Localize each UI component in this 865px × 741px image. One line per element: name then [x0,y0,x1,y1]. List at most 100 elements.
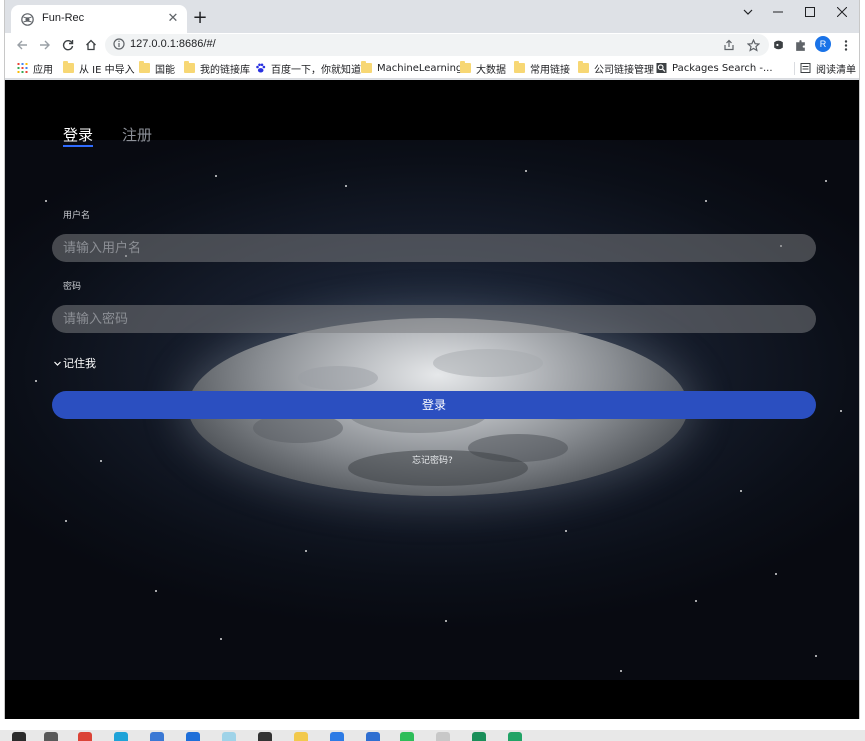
bookmark-apps[interactable]: 应用 [17,60,53,76]
star [100,460,102,462]
address-bar[interactable]: 127.0.0.1:8686/#/ [105,34,769,56]
login-button[interactable]: 登录 [52,391,816,419]
bookmark-folder-common[interactable]: 常用链接 [514,60,570,76]
bookmark-folder-bigdata[interactable]: 大数据 [460,60,506,76]
folder-icon [361,61,372,73]
app-icon[interactable] [472,732,486,741]
bookmark-folder-company[interactable]: 公司链接管理 [578,60,654,76]
new-tab-plus-icon[interactable]: + [191,9,209,27]
minimize-icon[interactable] [761,0,795,24]
star [525,170,527,172]
forgot-password-link[interactable]: 忘记密码? [412,453,453,466]
bookmarks-bar: 应用 从 IE 中导入 国能 我的链接库 百度一下，你就知道 MachineLe… [5,57,859,79]
share-icon[interactable] [721,37,737,53]
reload-icon[interactable] [57,33,79,57]
remember-me-label: 记住我 [63,357,96,370]
close-window-icon[interactable] [825,0,859,24]
back-arrow-icon[interactable] [11,33,33,57]
start-icon[interactable] [12,732,26,741]
folder-icon [63,61,74,73]
bookmark-folder-guoneng[interactable]: 国能 [139,60,175,76]
star [35,380,37,382]
apps-grid-icon [17,63,28,73]
browser-window: Fun-Rec ✕ + 127.0.0.1:8686/#/ R 应用 从 IE … [4,0,860,719]
reading-list-icon [800,63,811,73]
maximize-icon[interactable] [793,0,827,24]
page-bottom-area [5,680,859,719]
bookmark-star-icon[interactable] [745,37,761,53]
bookmark-folder-links[interactable]: 我的链接库 [184,60,250,76]
info-icon[interactable] [113,38,125,50]
chrome-icon[interactable] [78,732,92,741]
star [215,175,217,177]
star [345,185,347,187]
star [305,550,307,552]
checkmark-icon [53,359,61,367]
app-icon[interactable] [330,732,344,741]
folder-icon [139,61,150,73]
forward-arrow-icon[interactable] [34,33,56,57]
bookmark-folder-ie[interactable]: 从 IE 中导入 [63,60,135,76]
globe-icon [21,13,34,26]
puzzle-piece-icon[interactable] [791,36,809,54]
app-icon[interactable] [366,732,380,741]
bookmark-label: MachineLearning [377,62,463,74]
bookmark-label: 百度一下，你就知道 [271,64,361,76]
bookmark-folder-ml[interactable]: MachineLearning [361,60,462,76]
star [220,638,222,640]
star [740,490,742,492]
bookmark-label: 常用链接 [530,64,570,76]
bookmark-divider [794,62,795,75]
tab-login[interactable]: 登录 [63,124,93,145]
star [45,200,47,202]
search-icon[interactable] [44,732,58,741]
edge-icon[interactable] [114,732,128,741]
app-icon[interactable] [508,732,522,741]
star [65,520,67,522]
star [445,620,447,622]
folder-icon [184,61,195,73]
close-tab-icon[interactable]: ✕ [165,11,181,27]
bookmark-label: 国能 [155,64,175,76]
chevron-down-icon[interactable] [731,0,765,24]
bookmark-label: Packages Search -... [672,62,773,74]
extension-icon[interactable] [769,36,787,54]
star [565,530,567,532]
username-input[interactable] [52,234,816,262]
star [825,180,827,182]
browser-tab[interactable]: Fun-Rec ✕ [11,5,187,33]
star [620,670,622,672]
bookmark-label: 阅读清单 [816,64,856,76]
bookmark-baidu[interactable]: 百度一下，你就知道 [255,60,361,76]
tab-register[interactable]: 注册 [122,124,152,145]
app-icon[interactable] [436,732,450,741]
app-icon[interactable] [222,732,236,741]
app-icon[interactable] [150,732,164,741]
star [840,410,842,412]
home-icon[interactable] [80,33,102,57]
star [705,200,707,202]
os-taskbar [0,730,865,741]
browser-toolbar: 127.0.0.1:8686/#/ R [5,33,859,57]
bookmark-label: 从 IE 中导入 [79,64,135,76]
wechat-icon[interactable] [400,732,414,741]
bookmark-packages-search[interactable]: Packages Search -... [656,60,773,76]
password-input[interactable] [52,305,816,333]
bookmark-label: 应用 [33,64,53,76]
bookmark-label: 大数据 [476,64,506,76]
url-text[interactable]: 127.0.0.1:8686/#/ [130,38,216,50]
bookmark-label: 公司链接管理 [594,64,654,76]
baidu-paw-icon [256,63,266,73]
kebab-menu-icon[interactable] [837,36,855,54]
app-icon[interactable] [186,732,200,741]
remember-me-checkbox[interactable]: 记住我 [53,355,96,371]
username-label: 用户名 [63,211,91,221]
folder-icon [514,61,525,73]
tab-title: Fun-Rec [42,12,85,24]
profile-avatar[interactable]: R [815,36,831,52]
file-explorer-icon[interactable] [294,732,308,741]
bookmark-reading-list[interactable]: 阅读清单 [800,60,856,76]
tab-strip: Fun-Rec ✕ + [5,0,859,33]
password-label: 密码 [63,282,82,292]
terminal-icon[interactable] [258,732,272,741]
